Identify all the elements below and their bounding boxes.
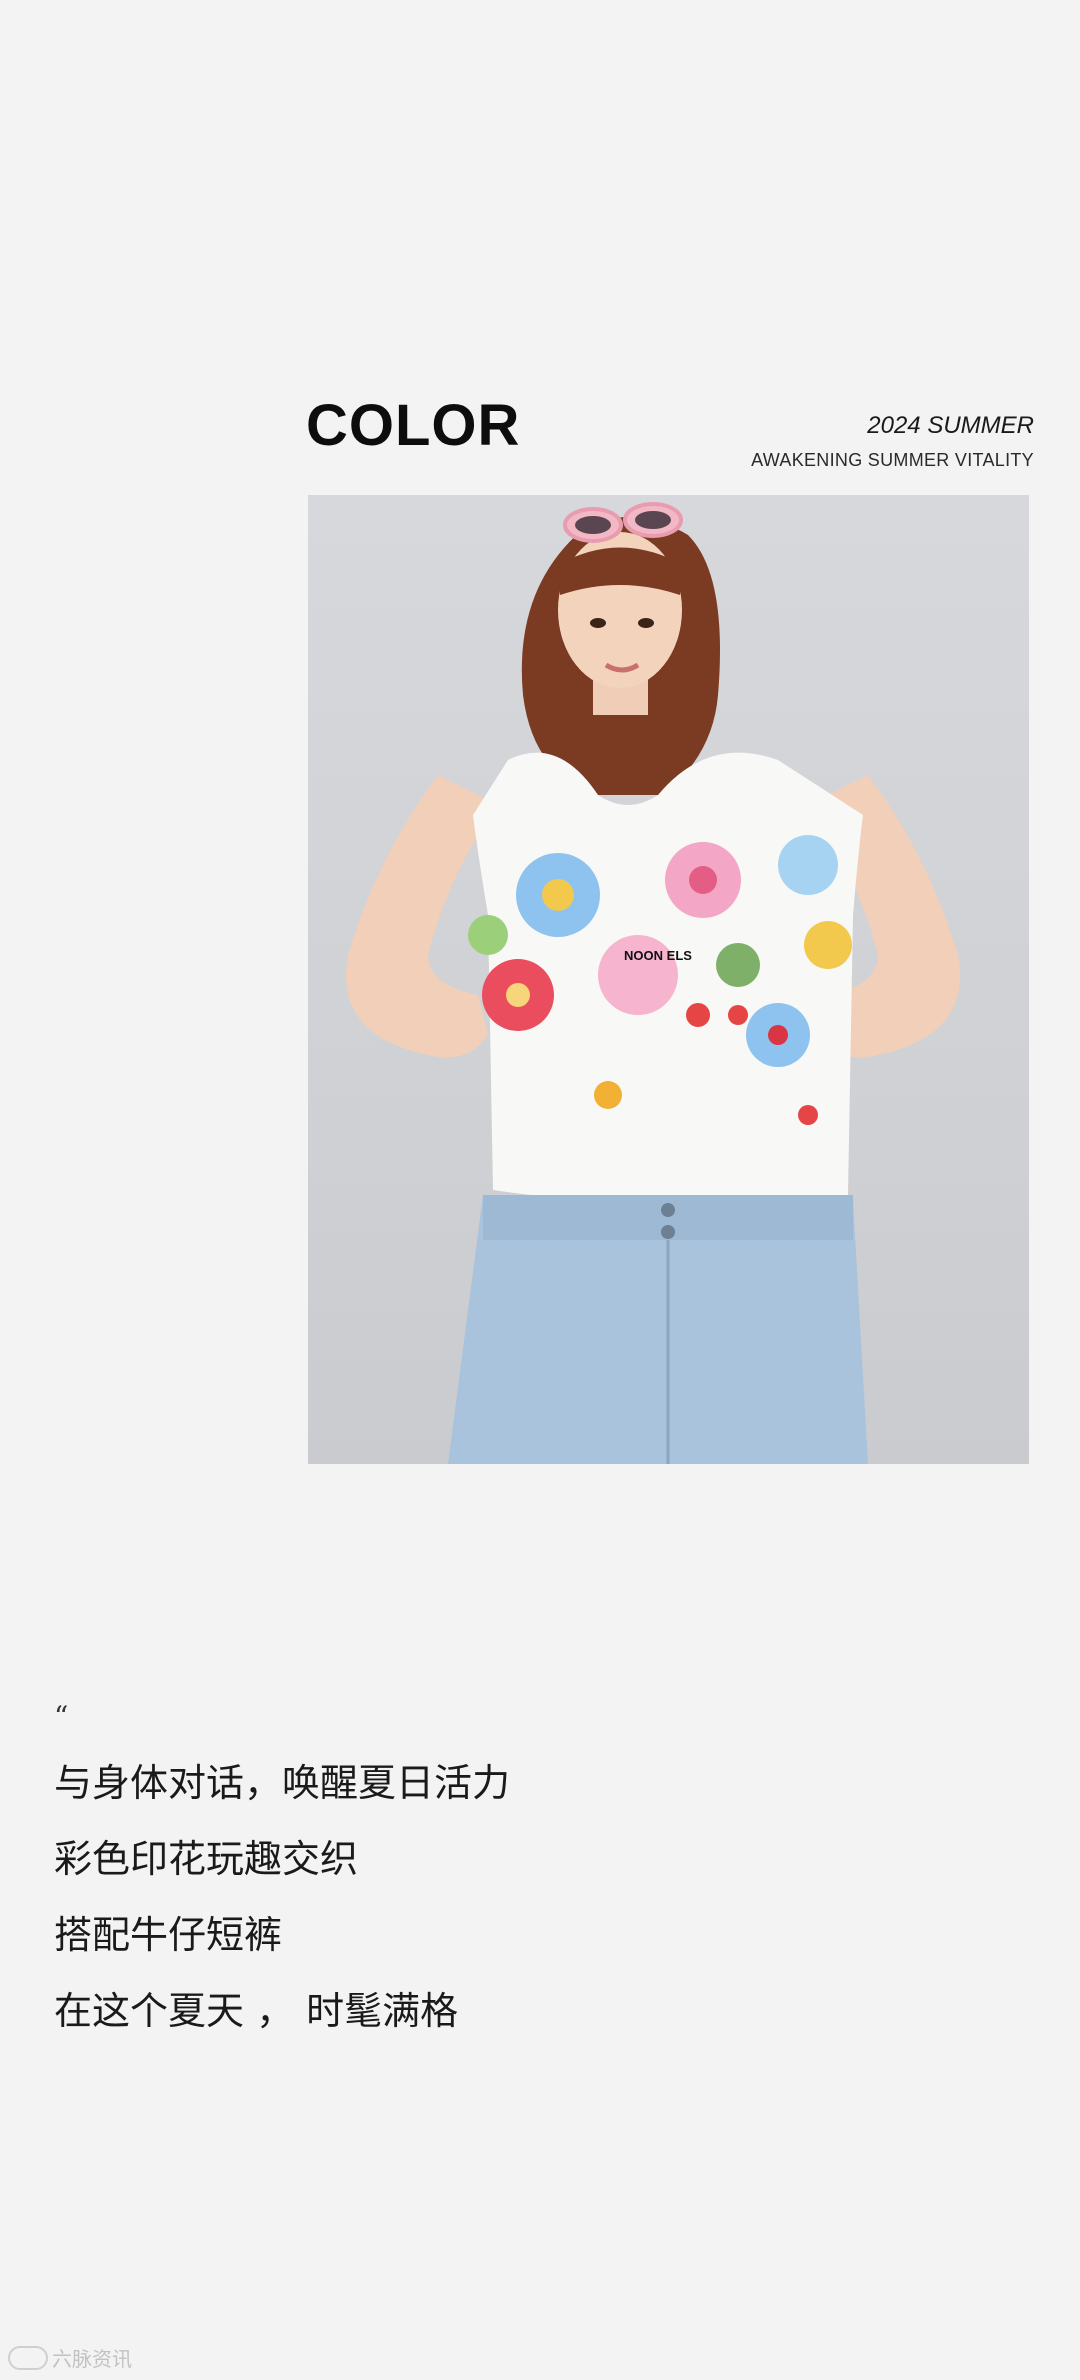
product-photo: NOON ELS [308,495,1029,1464]
season-block: 2024 SUMMER AWAKENING SUMMER VITALITY [751,412,1034,471]
caption-line: 彩色印花玩趣交织 [54,1837,359,1881]
watermark-text: 六脉资讯 [52,2347,132,2371]
model-illustration: NOON ELS [345,502,961,1464]
button-icon [661,1203,675,1217]
caption-line: 搭配牛仔短裤 [54,1913,283,1957]
caption-line: 与身体对话，唤醒夏日活力 [54,1761,511,1805]
season-title: 2024 SUMMER [867,412,1034,439]
watermark: 六脉资讯 [8,2343,132,2372]
caption-line: 在这个夏天 ， 时髦满格 [54,1989,459,2033]
quote-mark: “ [54,1700,69,1733]
eye-shape [638,618,654,628]
eye-shape [590,618,606,628]
button-icon [661,1225,675,1239]
caption-block: 与身体对话，唤醒夏日活力 彩色印花玩趣交织 搭配牛仔短裤 在这个夏天 ， 时髦满… [54,1745,510,2049]
graphic-print-text: NOON ELS [624,948,692,963]
season-tagline: AWAKENING SUMMER VITALITY [751,450,1034,470]
page-title: COLOR [306,393,521,458]
watermark-logo-icon [8,2345,48,2370]
